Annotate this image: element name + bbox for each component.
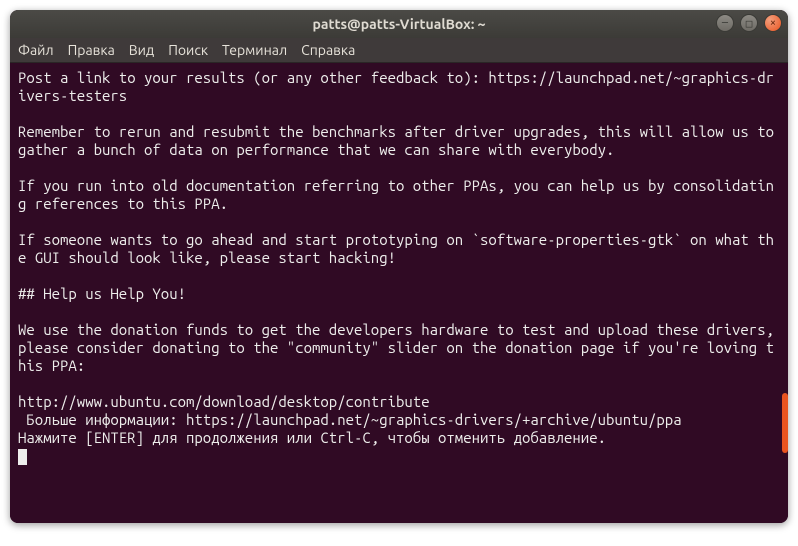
menu-help[interactable]: Справка: [301, 42, 355, 58]
terminal-window: patts@patts-VirtualBox: ~ — □ × Файл Пра…: [10, 10, 788, 523]
minimize-button[interactable]: —: [716, 14, 734, 32]
terminal-cursor: [18, 449, 27, 465]
titlebar[interactable]: patts@patts-VirtualBox: ~ — □ ×: [10, 10, 788, 38]
terminal-viewport[interactable]: Post a link to your results (or any othe…: [10, 63, 788, 523]
close-icon: ×: [770, 17, 776, 29]
menu-terminal[interactable]: Терминал: [222, 42, 287, 58]
menu-file[interactable]: Файл: [18, 42, 54, 58]
minimize-icon: —: [722, 17, 728, 29]
window-title: patts@patts-VirtualBox: ~: [18, 16, 780, 32]
maximize-icon: □: [746, 17, 753, 30]
maximize-button[interactable]: □: [740, 14, 758, 32]
menubar: Файл Правка Вид Поиск Терминал Справка: [10, 38, 788, 63]
menu-edit[interactable]: Правка: [68, 42, 115, 58]
close-button[interactable]: ×: [764, 14, 782, 32]
menu-search[interactable]: Поиск: [168, 42, 208, 58]
scrollbar-thumb[interactable]: [782, 393, 788, 453]
menu-view[interactable]: Вид: [129, 42, 154, 58]
terminal-output: Post a link to your results (or any othe…: [18, 69, 780, 447]
window-controls: — □ ×: [716, 14, 782, 32]
